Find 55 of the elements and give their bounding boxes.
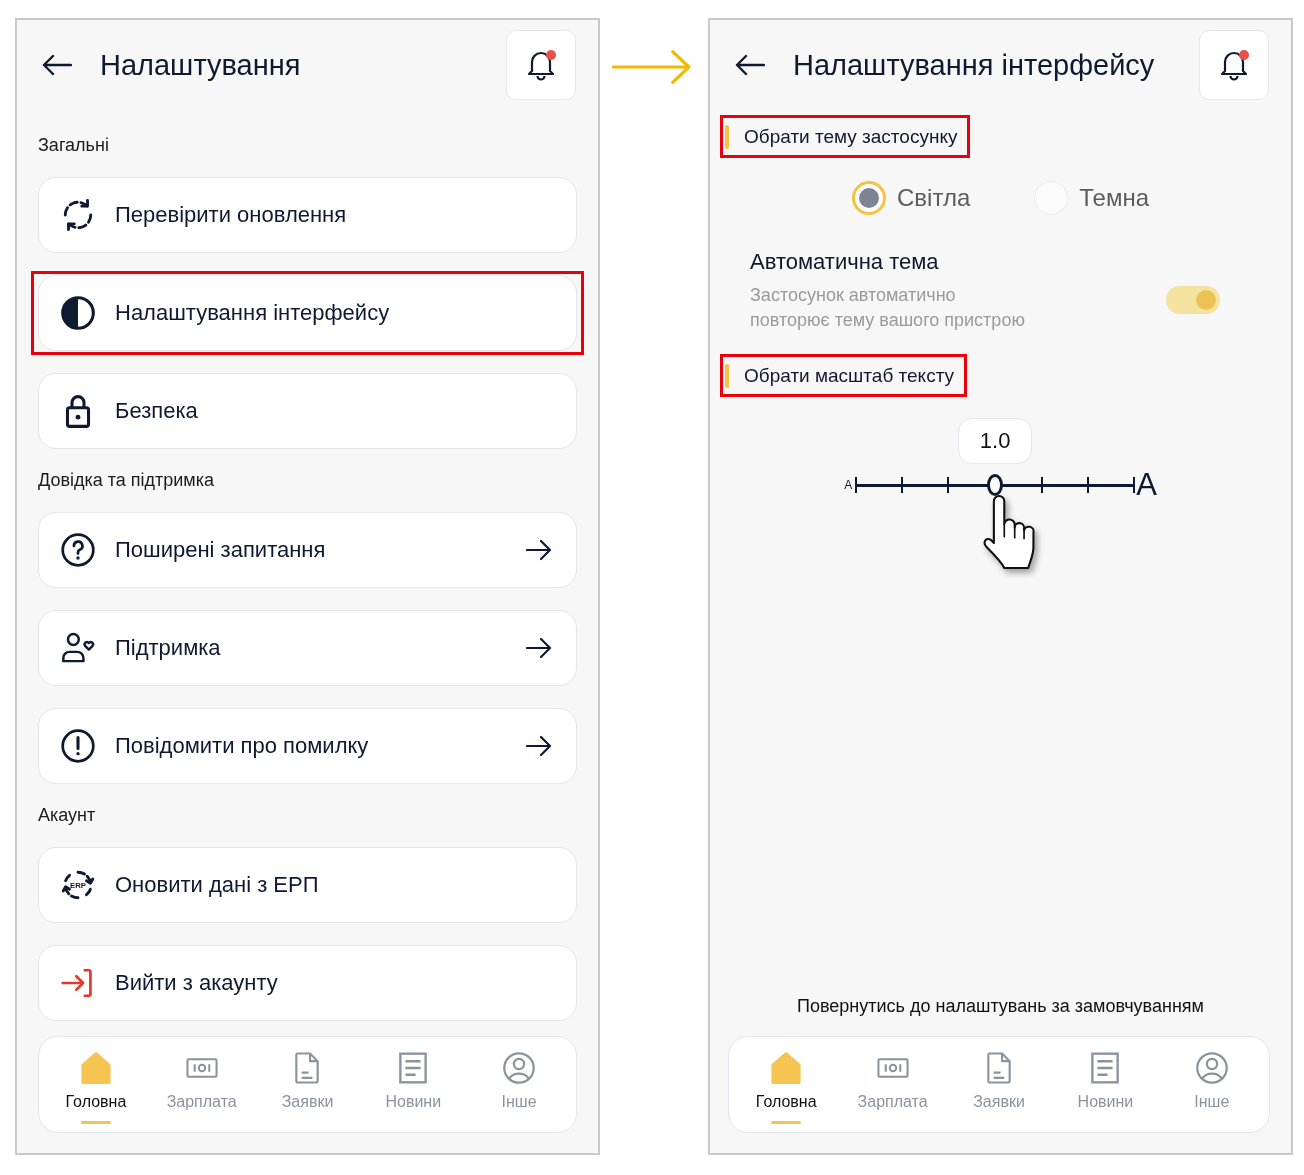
notification-button[interactable] (506, 30, 576, 100)
refresh-icon (61, 198, 95, 232)
menu-item[interactable]: Перевірити оновлення (38, 177, 577, 253)
menu-item[interactable]: Безпека (38, 373, 577, 449)
menu-item[interactable]: Вийти з акаунту (38, 945, 577, 1021)
nav-tab[interactable]: Головна (43, 1037, 149, 1132)
person-heart-icon (61, 631, 95, 665)
menu-item[interactable]: Поширені запитання (38, 512, 577, 588)
tick-mark (1133, 477, 1136, 493)
radio-label: Світла (897, 184, 971, 212)
logout-icon (61, 966, 95, 1000)
nav-tab[interactable]: Головна (733, 1037, 840, 1132)
tick-mark (900, 477, 903, 493)
question-icon (61, 533, 95, 567)
exclamation-icon (61, 729, 95, 763)
accent-bar (725, 124, 729, 149)
text-lines-icon (397, 1052, 430, 1084)
menu-item[interactable]: Повідомити про помилку (38, 708, 577, 784)
section-heading: Обрати тему застосунку (744, 125, 958, 148)
menu-item[interactable]: Підтримка (38, 610, 577, 686)
active-indicator (771, 1121, 802, 1124)
menu-item[interactable]: Налаштування інтерфейсу (38, 275, 577, 351)
min-size-label: A (844, 478, 853, 492)
notification-button[interactable] (1199, 30, 1269, 100)
section-label: Довідка та підтримка (38, 469, 216, 491)
home-icon (79, 1052, 112, 1084)
section-label: Акаунт (38, 804, 97, 826)
bell-icon (1220, 49, 1248, 81)
back-arrow-icon[interactable] (42, 54, 72, 76)
back-arrow-icon[interactable] (735, 54, 765, 76)
user-circle-icon (1195, 1052, 1228, 1084)
accent-bar (725, 363, 729, 388)
half-circle-icon (61, 296, 95, 330)
tick-mark (1040, 477, 1043, 493)
user-circle-icon (503, 1052, 536, 1084)
setting-title: Автоматична тема (750, 249, 940, 275)
menu-item[interactable]: ERP Оновити дані з ЕРП (38, 847, 577, 923)
tick-mark (947, 477, 950, 493)
radio-label: Темна (1079, 184, 1149, 212)
max-size-label: A (1136, 470, 1157, 500)
radio-button[interactable] (852, 181, 886, 215)
bell-icon (527, 49, 555, 81)
text-lines-icon (1089, 1052, 1122, 1084)
tick-mark (855, 477, 858, 493)
home-icon (770, 1052, 803, 1084)
screen-title: Налаштування інтерфейсу (793, 48, 1155, 82)
active-indicator (80, 1121, 111, 1124)
tick-mark (1087, 477, 1090, 493)
setting-description: Застосунок автоматично повторює тему вашого пристрою (750, 284, 1026, 332)
value-bubble: 1.0 (958, 418, 1033, 464)
slider-thumb[interactable] (987, 474, 1004, 496)
section-heading: Обрати масштаб тексту (744, 364, 955, 387)
screen-title: Налаштування (100, 48, 301, 82)
section-label: Загальні (38, 134, 110, 156)
reset-link[interactable]: Повернутись до налаштувань за замовчуванням (797, 995, 1204, 1017)
